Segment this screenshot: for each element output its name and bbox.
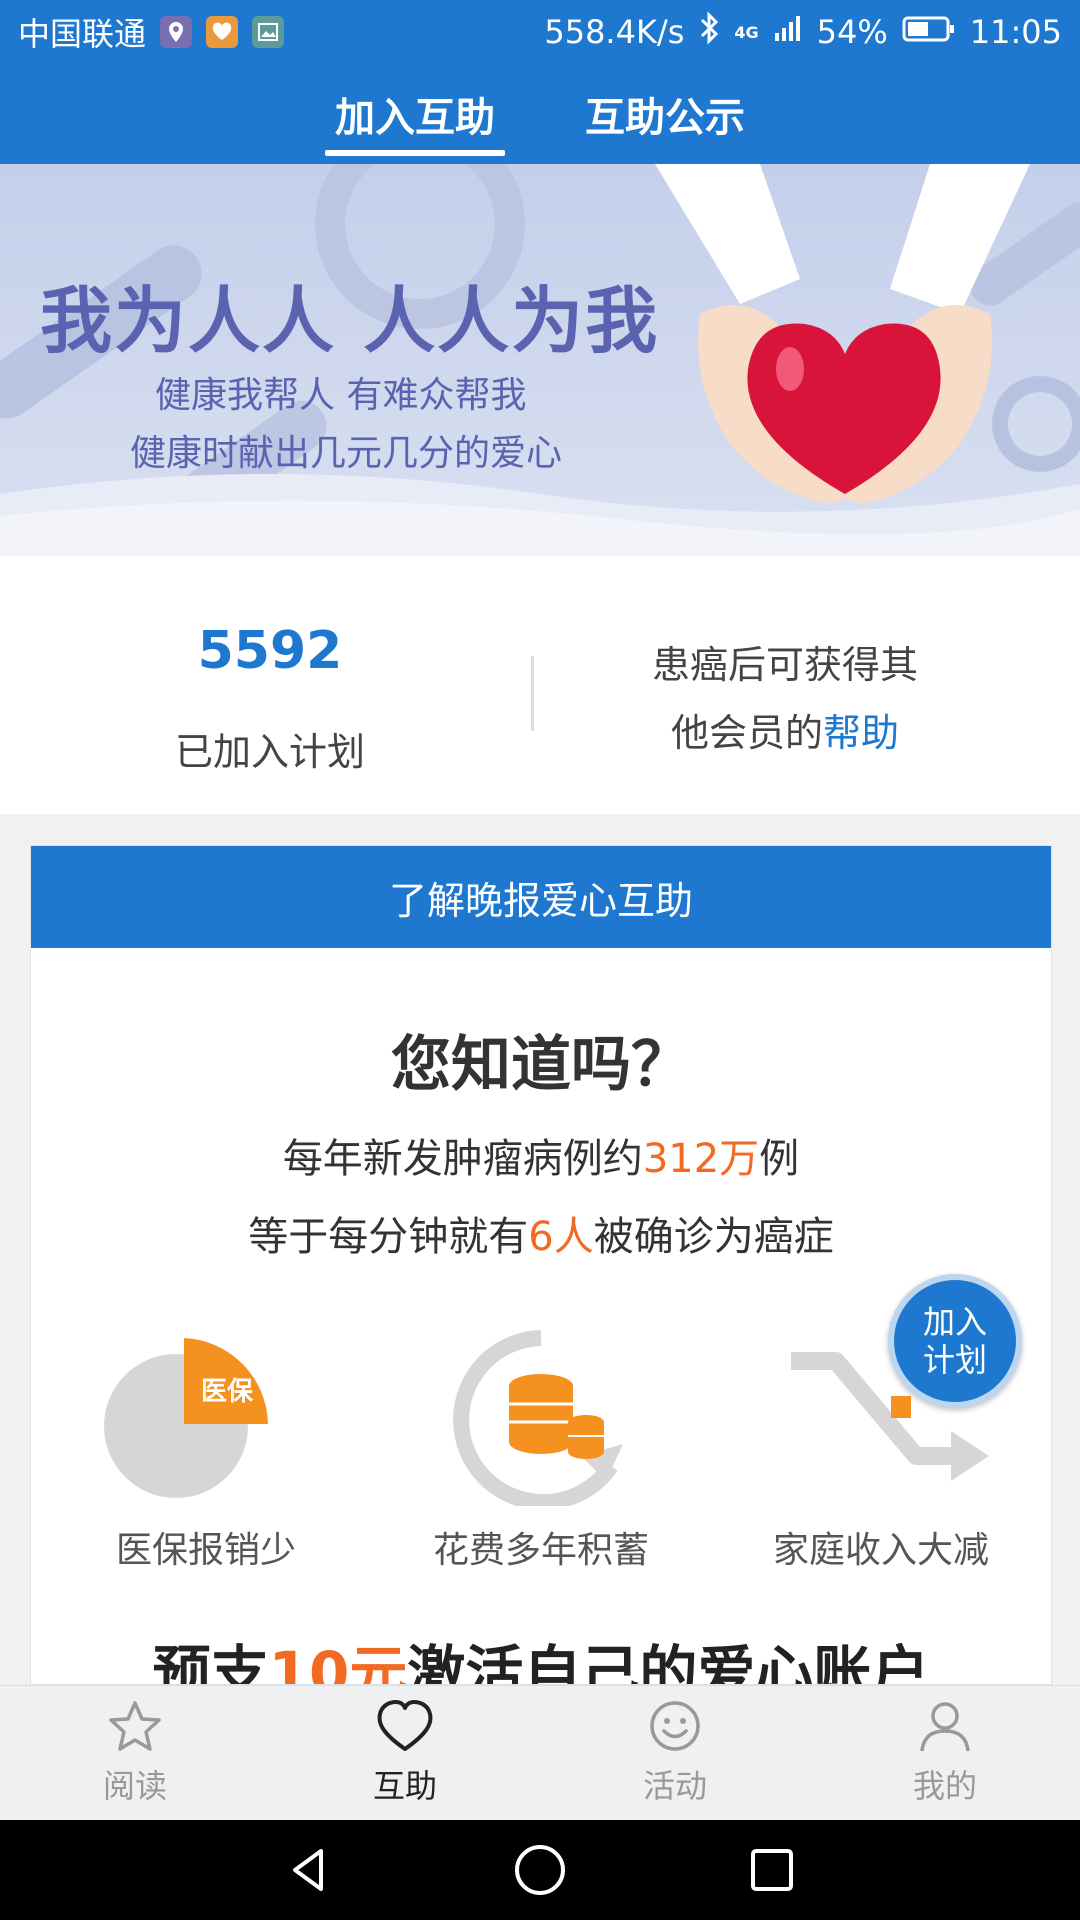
member-count-label: 已加入计划 <box>174 730 365 774</box>
signal-icon <box>773 13 803 51</box>
person-icon <box>920 1702 970 1752</box>
home-icon[interactable] <box>513 1843 567 1897</box>
health-app-icon <box>206 16 239 48</box>
fact-line-2: 等于每分钟就有6人被确诊为癌症 <box>31 1204 1051 1262</box>
status-bar: 中国联通 558.4K/s 4G 54% 11:05 <box>0 0 1080 64</box>
promo-suffix: 激活自己的爱心账户 <box>407 1639 930 1685</box>
banner-subtitle-1: 健康我帮人 有难众帮我 <box>155 375 527 416</box>
tab-read[interactable]: 阅读 <box>0 1686 270 1820</box>
fact-1-prefix: 每年新发肿瘤病例约 <box>282 1136 643 1182</box>
recents-icon[interactable] <box>747 1845 797 1895</box>
banner-title: 我为人人 人人为我 <box>40 278 660 363</box>
back-icon[interactable] <box>283 1845 333 1895</box>
help-line-2: 他会员的帮助 <box>540 699 1030 767</box>
carrier-label: 中国联通 <box>18 15 147 53</box>
fact-1-suffix: 例 <box>759 1136 800 1182</box>
help-description: 患癌后可获得其 他会员的帮助 <box>540 631 1030 767</box>
network-type: 4G <box>734 22 759 42</box>
clock: 11:05 <box>969 13 1062 51</box>
feature-medical-insurance: 医保 <box>56 1316 356 1510</box>
card-header[interactable]: 了解晚报爱心互助 <box>31 846 1051 948</box>
smiley-icon <box>650 1701 700 1751</box>
stats-panel: 5592 已加入计划 患癌后可获得其 他会员的帮助 <box>0 556 1080 814</box>
promo-banner[interactable]: 我为人人 人人为我 健康我帮人 有难众帮我 健康时献出几元几分的爱心 <box>0 164 1080 556</box>
coins-cycle-icon <box>453 1330 623 1510</box>
feature-label-income: 家庭收入大减 <box>772 1530 989 1571</box>
member-count: 5592 <box>197 621 343 681</box>
tab-mine[interactable]: 我的 <box>810 1686 1080 1820</box>
promo-highlight: 10元 <box>268 1639 408 1685</box>
feature-savings <box>391 1316 691 1510</box>
join-plan-button[interactable]: 加入 计划 <box>888 1274 1022 1408</box>
fact-line-1: 每年新发肿瘤病例约312万例 <box>31 1126 1051 1184</box>
network-speed: 558.4K/s <box>544 13 685 51</box>
join-line-1: 加入 <box>922 1303 987 1341</box>
stats-divider <box>531 656 534 731</box>
fact-1-highlight: 312万 <box>642 1136 760 1182</box>
help-line-2-prefix: 他会员的 <box>670 711 823 755</box>
fact-2-highlight: 6人 <box>528 1214 594 1260</box>
battery-percent: 54% <box>816 13 888 51</box>
tab-activity[interactable]: 活动 <box>540 1686 810 1820</box>
banner-subtitle-2: 健康时献出几元几分的爱心 <box>130 433 563 474</box>
pie-chart-icon: 医保 <box>104 1338 268 1498</box>
tab-read-label: 阅读 <box>102 1767 167 1805</box>
tab-mutual-aid-label: 互助 <box>372 1767 437 1805</box>
promo-headline: 预支10元激活自己的爱心账户 <box>31 1626 1051 1685</box>
join-line-2: 计划 <box>922 1341 987 1379</box>
promo-prefix: 预支 <box>152 1639 269 1685</box>
gallery-app-icon <box>252 16 285 48</box>
question-title: 您知道吗？ <box>391 1030 691 1100</box>
tab-mutual-aid[interactable]: 互助 <box>270 1686 540 1820</box>
battery-icon <box>902 13 956 51</box>
location-app-icon <box>160 16 193 48</box>
tab-activity-label: 活动 <box>642 1767 707 1805</box>
tab-mine-label: 我的 <box>912 1767 977 1805</box>
fact-2-suffix: 被确诊为癌症 <box>593 1214 834 1260</box>
help-line-1: 患癌后可获得其 <box>651 643 918 687</box>
pie-badge: 医保 <box>201 1377 254 1407</box>
info-card: 了解晚报爱心互助 您知道吗？ 每年新发肿瘤病例约312万例 等于每分钟就有6人被… <box>30 845 1052 1685</box>
top-tab-bar: 加入互助 互助公示 <box>0 64 1080 164</box>
fact-2-prefix: 等于每分钟就有 <box>248 1214 529 1260</box>
bottom-tab-bar: 阅读 互助 活动 我的 <box>0 1685 1080 1820</box>
system-nav-bar <box>0 1820 1080 1920</box>
help-link[interactable]: 帮助 <box>823 711 899 755</box>
star-icon <box>109 1701 161 1751</box>
feature-label-savings: 花费多年积蓄 <box>432 1530 649 1571</box>
tab-mutual-aid-announcement[interactable]: 互助公示 <box>565 64 765 164</box>
feature-label-medical: 医保报销少 <box>115 1530 296 1571</box>
bluetooth-icon <box>698 11 720 53</box>
heart-icon <box>377 1700 433 1751</box>
tab-join-mutual-aid[interactable]: 加入互助 <box>315 64 515 164</box>
